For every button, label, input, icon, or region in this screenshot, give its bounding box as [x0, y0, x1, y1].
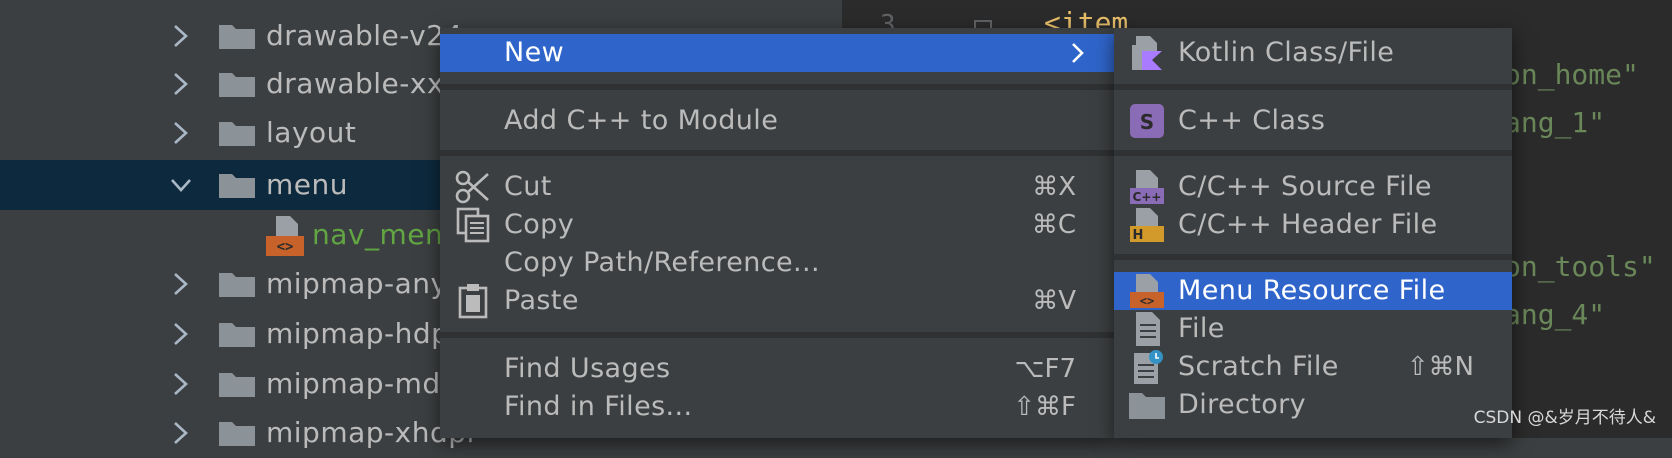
menu-item-shortcut: ⌘V [1032, 286, 1076, 316]
code-line: on_home" [1504, 58, 1639, 91]
code-line: on_tools" [1504, 250, 1656, 283]
svg-text:<>: <> [1140, 294, 1154, 308]
tree-item-label: mipmap-mdpi [266, 367, 468, 400]
chevron-right-icon[interactable] [170, 120, 192, 146]
folder-icon [219, 174, 255, 198]
scissors-icon [455, 170, 489, 204]
menu-item-shortcut: ⇧⌘N [1406, 352, 1474, 382]
folder-icon [219, 373, 255, 397]
folder-icon [219, 25, 255, 49]
menu-separator [1114, 150, 1512, 156]
file-icon [1136, 312, 1160, 346]
submenu-item-cpp-source-file[interactable]: C++ C/C++ Source File [1114, 168, 1512, 206]
menu-item-label: C/C++ Header File [1178, 209, 1438, 240]
submenu-item-scratch-file[interactable]: Scratch File ⇧⌘N [1114, 348, 1512, 386]
cpp-header-file-icon: H [1130, 208, 1164, 243]
menu-item-label: Directory [1178, 389, 1307, 420]
menu-item-label: Cut [504, 171, 552, 202]
menu-separator [440, 150, 1114, 156]
menu-item-find-usages[interactable]: Find Usages ⌥F7 [440, 350, 1114, 388]
tree-item-label: layout [266, 116, 357, 149]
kotlin-file-icon [1132, 36, 1162, 70]
submenu-item-menu-resource-file[interactable]: <> Menu Resource File [1114, 272, 1512, 310]
menu-item-label: Find in Files... [504, 391, 693, 422]
folder-icon [219, 422, 255, 446]
submenu-item-cpp-class[interactable]: S C++ Class [1114, 102, 1512, 140]
cpp-source-file-icon: C++ [1130, 170, 1164, 204]
chevron-right-icon[interactable] [170, 321, 192, 347]
menu-item-paste[interactable]: Paste ⌘V [440, 282, 1114, 320]
menu-separator [440, 332, 1114, 338]
copy-icon [456, 207, 490, 243]
menu-item-label: New [504, 37, 565, 68]
menu-separator [1114, 84, 1512, 90]
chevron-right-icon[interactable] [170, 271, 192, 297]
menu-item-shortcut: ⌘X [1032, 172, 1076, 202]
context-menu: New Add C++ to Module Cut ⌘X Copy ⌘C Cop… [440, 28, 1114, 438]
menu-item-label: Copy [504, 209, 575, 240]
clipboard-icon [458, 284, 488, 319]
submenu-arrow-icon [1072, 43, 1084, 63]
menu-item-shortcut: ⇧⌘F [1013, 392, 1076, 422]
menu-item-cut[interactable]: Cut ⌘X [440, 168, 1114, 206]
menu-item-label: Copy Path/Reference... [504, 247, 820, 278]
submenu-item-file[interactable]: File [1114, 310, 1512, 348]
menu-item-label: Kotlin Class/File [1178, 37, 1395, 68]
submenu-item-cpp-header-file[interactable]: H C/C++ Header File [1114, 206, 1512, 244]
chevron-right-icon[interactable] [170, 371, 192, 397]
new-submenu: Kotlin Class/File S C++ Class C++ C/C++ … [1114, 28, 1512, 438]
chevron-right-icon[interactable] [170, 420, 192, 446]
tree-item-label: menu [266, 168, 348, 201]
menu-item-shortcut: ⌘C [1031, 210, 1076, 240]
submenu-item-directory[interactable]: Directory [1114, 386, 1512, 424]
watermark: CSDN @&岁月不待人& [1473, 408, 1656, 428]
menu-item-label: Menu Resource File [1178, 275, 1446, 306]
xml-resource-file-icon: <> [266, 216, 304, 256]
menu-item-label: Scratch File [1178, 351, 1339, 382]
menu-separator [440, 84, 1114, 90]
menu-item-label: File [1178, 313, 1225, 344]
folder-icon [1129, 393, 1165, 419]
chevron-down-icon[interactable] [170, 172, 192, 198]
submenu-item-kotlin-class-file[interactable]: Kotlin Class/File [1114, 34, 1512, 72]
chevron-right-icon[interactable] [170, 23, 192, 49]
cpp-header-badge: H [1133, 228, 1144, 243]
cpp-class-badge: S [1140, 110, 1154, 134]
menu-item-label: C/C++ Source File [1178, 171, 1432, 202]
xml-resource-file-icon: <> [1130, 274, 1164, 308]
scratch-file-icon [1134, 350, 1163, 384]
code-line: ang_1" [1504, 106, 1606, 139]
folder-icon [219, 273, 255, 297]
menu-item-label: Add C++ to Module [504, 105, 779, 136]
menu-item-shortcut: ⌥F7 [1014, 354, 1076, 384]
menu-item-find-in-files[interactable]: Find in Files... ⇧⌘F [440, 388, 1114, 426]
menu-item-add-cpp-to-module[interactable]: Add C++ to Module [440, 102, 1114, 140]
folder-icon [219, 122, 255, 146]
folder-icon [219, 323, 255, 347]
menu-item-new[interactable]: New [440, 34, 1114, 72]
tree-item-label: mipmap-hdpi [266, 317, 458, 350]
chevron-right-icon[interactable] [170, 71, 192, 97]
menu-separator [1114, 254, 1512, 260]
menu-item-copy-path-reference[interactable]: Copy Path/Reference... [440, 244, 1114, 282]
menu-item-label: Paste [504, 285, 579, 316]
tree-item-label: drawable-v24 [266, 19, 463, 52]
code-line: ang_4" [1504, 298, 1606, 331]
menu-item-label: Find Usages [504, 353, 671, 384]
cpp-source-badge: C++ [1133, 190, 1162, 204]
svg-text:<>: <> [277, 239, 294, 255]
menu-item-label: C++ Class [1178, 105, 1326, 136]
cpp-class-icon: S [1130, 104, 1164, 138]
menu-item-copy[interactable]: Copy ⌘C [440, 206, 1114, 244]
folder-icon [219, 73, 255, 97]
